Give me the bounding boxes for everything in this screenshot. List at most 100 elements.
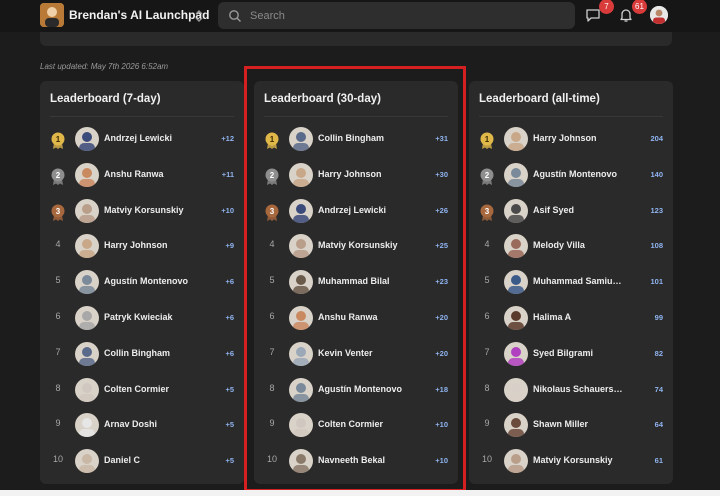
member-avatar[interactable] <box>504 377 528 402</box>
member-avatar[interactable] <box>75 449 99 474</box>
member-points: +6 <box>225 313 234 322</box>
rank-number: 5 <box>55 275 61 286</box>
member-name[interactable]: Andrzej Lewicki <box>104 133 212 143</box>
member-name[interactable]: Daniel C <box>104 455 212 465</box>
leaderboard-row[interactable]: 4 Harry Johnson +9 <box>40 231 244 261</box>
leaderboard-row[interactable]: 8 Nikolaus Schauers… 74 <box>469 375 673 405</box>
leaderboard-row[interactable]: 7 Collin Bingham +6 <box>40 339 244 369</box>
member-points: 99 <box>654 313 663 322</box>
rank-medal-icon: 3 <box>479 204 495 222</box>
community-name[interactable]: Brendan's AI Launchpad <box>69 8 209 22</box>
member-name[interactable]: Matviy Korsunskiy <box>104 205 212 215</box>
leaderboard-row[interactable]: 2 Agustín Montenovo 140 <box>469 160 673 190</box>
rank-number: 8 <box>55 382 61 393</box>
highlight-box <box>244 66 466 492</box>
leaderboard-row[interactable]: 9 Shawn Miller 64 <box>469 410 673 440</box>
rank-medal-icon: 2 <box>50 168 66 186</box>
leaderboard-row[interactable]: 9 Arnav Doshi +5 <box>40 410 244 440</box>
leaderboard-row[interactable]: 8 Colten Cormier +5 <box>40 375 244 405</box>
member-points: +5 <box>225 420 234 430</box>
leaderboard-title: Leaderboard (7-day) <box>50 93 161 105</box>
rank-number: 6 <box>55 311 61 321</box>
member-name[interactable]: Harry Johnson <box>533 133 641 143</box>
leaderboard-row[interactable]: 3 Asif Syed 123 <box>469 196 673 226</box>
member-name[interactable]: Colten Cormier <box>104 384 212 394</box>
member-avatar[interactable] <box>504 198 528 223</box>
leaderboard-row[interactable]: 5 Muhammad Samiu… 101 <box>469 267 673 297</box>
member-name[interactable]: Melody Villa <box>533 240 641 250</box>
member-avatar[interactable] <box>504 127 528 151</box>
member-avatar[interactable] <box>75 127 99 151</box>
member-avatar[interactable] <box>75 306 99 330</box>
leaderboard-row[interactable]: 3 Matviy Korsunskiy +10 <box>40 196 244 226</box>
search-input[interactable] <box>250 2 550 29</box>
rank-number: 2 <box>485 171 490 180</box>
member-points: 108 <box>650 241 663 251</box>
member-name[interactable]: Syed Bilgrami <box>533 348 641 358</box>
leaderboard-row[interactable]: 6 Patryk Kwieciak +6 <box>40 303 244 333</box>
chevron-up-down-icon[interactable] <box>193 8 205 24</box>
member-avatar[interactable] <box>504 234 528 259</box>
leaderboard-row[interactable]: 2 Anshu Ranwa +11 <box>40 160 244 190</box>
leaderboard-row[interactable]: 7 Syed Bilgrami 82 <box>469 339 673 369</box>
leaderboard-row[interactable]: 1 Harry Johnson 204 <box>469 124 673 154</box>
notifications-badge: 61 <box>632 0 647 14</box>
member-points: 74 <box>654 384 663 394</box>
member-name[interactable]: Harry Johnson <box>104 240 212 250</box>
member-avatar[interactable] <box>504 449 528 474</box>
member-avatar[interactable] <box>75 377 99 402</box>
leaderboard-row[interactable]: 6 Halima A 99 <box>469 303 673 333</box>
member-avatar[interactable] <box>75 234 99 259</box>
member-points: 101 <box>650 277 663 287</box>
member-name[interactable]: Matviy Korsunskiy <box>533 455 641 465</box>
member-avatar[interactable] <box>75 198 99 223</box>
rank-number: 7 <box>55 346 61 357</box>
leaderboard-row[interactable]: 4 Melody Villa 108 <box>469 231 673 261</box>
rank-number: 6 <box>484 311 490 321</box>
leaderboard-all-time: Leaderboard (all-time) 1 Harry Johnson 204… <box>469 81 673 484</box>
rank-number: 3 <box>56 207 61 216</box>
last-updated-text: Last updated: May 7th 2026 6:52am <box>40 62 169 71</box>
user-avatar[interactable] <box>650 6 668 24</box>
leaderboard-7-day: Leaderboard (7-day) 1 Andrzej Lewicki +12 2… <box>40 81 244 484</box>
member-name[interactable]: Asif Syed <box>533 205 641 215</box>
divider <box>50 116 234 117</box>
member-name[interactable]: Muhammad Samiu… <box>533 276 641 286</box>
leaderboard-row[interactable]: 10 Matviy Korsunskiy 61 <box>469 446 673 476</box>
member-points: +6 <box>225 348 234 358</box>
rank-medal-icon: 1 <box>50 132 66 150</box>
previous-section-card <box>40 32 672 46</box>
member-points: +5 <box>225 384 234 394</box>
member-avatar[interactable] <box>504 413 528 438</box>
member-name[interactable]: Arnav Doshi <box>104 419 212 429</box>
leaderboard-row[interactable]: 5 Agustín Montenovo +6 <box>40 267 244 297</box>
member-name[interactable]: Collin Bingham <box>104 348 212 358</box>
leaderboard-row[interactable]: 10 Daniel C +5 <box>40 446 244 476</box>
member-points: +6 <box>225 277 234 287</box>
member-avatar[interactable] <box>504 306 528 330</box>
member-avatar[interactable] <box>75 341 99 366</box>
member-avatar[interactable] <box>75 162 99 187</box>
messages-button[interactable]: 7 <box>585 0 614 27</box>
member-avatar[interactable] <box>504 341 528 366</box>
member-name[interactable]: Shawn Miller <box>533 419 641 429</box>
member-name[interactable]: Anshu Ranwa <box>104 169 212 179</box>
member-avatar[interactable] <box>75 413 99 438</box>
brand-logo[interactable] <box>40 3 64 27</box>
member-name[interactable]: Patryk Kwieciak <box>104 312 212 322</box>
member-avatar[interactable] <box>75 270 99 295</box>
rank-number: 1 <box>56 135 61 144</box>
member-avatar[interactable] <box>504 162 528 187</box>
member-name[interactable]: Nikolaus Schauers… <box>533 384 641 394</box>
notifications-button[interactable]: 61 <box>618 0 647 27</box>
rank-number: 5 <box>484 275 490 286</box>
member-name[interactable]: Agustín Montenovo <box>533 169 641 179</box>
member-avatar[interactable] <box>504 270 528 295</box>
rank-number: 8 <box>484 382 490 393</box>
search-bar[interactable] <box>218 2 575 29</box>
member-name[interactable]: Halima A <box>533 312 641 322</box>
top-navigation-bar: Brendan's AI Launchpad 7 61 <box>0 0 720 32</box>
member-points: 64 <box>654 420 663 430</box>
member-name[interactable]: Agustín Montenovo <box>104 276 212 286</box>
leaderboard-row[interactable]: 1 Andrzej Lewicki +12 <box>40 124 244 154</box>
